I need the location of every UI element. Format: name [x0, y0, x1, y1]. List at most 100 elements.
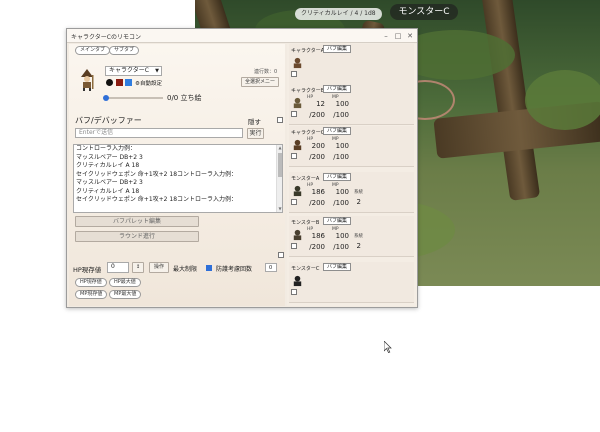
mp-current: 100 [335, 188, 349, 196]
mp-max-button[interactable]: MP最大値 [109, 290, 142, 299]
character-sprite-icon [81, 69, 94, 91]
option-checkbox[interactable] [278, 252, 284, 258]
round-advance-button[interactable]: ラウンド進行 [75, 231, 199, 242]
scroll-up-icon[interactable]: ▲ [277, 145, 282, 151]
monster-name-badge: モンスターC [390, 4, 458, 20]
character-card[interactable]: モンスターB バフ編集 HP MP 186 100/200/100 系統 2 [289, 216, 414, 257]
tab-sub[interactable]: サブタブ [109, 46, 140, 55]
tab-main[interactable]: メインタブ [75, 46, 111, 55]
card-name: キャラクターA [291, 48, 325, 54]
desktop: クリティカルレイ / 4 / 1d8 モンスターC キャラクターCのリモコン –… [0, 0, 600, 432]
card-name: キャラクターC [291, 130, 325, 136]
title-bar[interactable]: キャラクターCのリモコン – □ ✕ [67, 29, 417, 43]
hide-checkbox[interactable] [277, 117, 283, 123]
turn-count: 連行数：0 [254, 69, 278, 75]
log-line: コントローラ入力例： [76, 145, 137, 152]
maximize-icon[interactable]: □ [393, 31, 403, 41]
card-name: モンスターA [291, 176, 320, 182]
buff-edit-button[interactable]: バフ編集 [323, 217, 352, 225]
buff-edit-button[interactable]: バフ編集 [323, 45, 352, 53]
log-line: クリティカルレイ A 18 [76, 187, 140, 195]
buff-log[interactable]: コントローラ入力例： マッスルベアー DB+2 3 クリティカルレイ A 18 セイク… [73, 144, 283, 213]
mp-current: 100 [335, 142, 349, 150]
buff-edit-button[interactable]: バフ編集 [323, 263, 352, 271]
max-limit-checkbox[interactable] [206, 265, 212, 271]
card-sprite-icon [293, 139, 302, 151]
hp-max-button[interactable]: HP最大値 [109, 278, 141, 287]
hp-value-label: HP現存値 [73, 266, 102, 274]
log-scrollbar[interactable]: ▲ ▼ [276, 145, 282, 212]
buff-input[interactable]: Enterで送信 [75, 128, 243, 138]
card-sprite-icon [293, 275, 302, 287]
hp-max: /200 [309, 153, 325, 161]
hp-current: 12 [316, 100, 325, 108]
scroll-down-icon[interactable]: ▼ [277, 206, 282, 212]
character-card[interactable]: モンスターA バフ編集 HP MP 186 100/200/100 系統 2 [289, 172, 414, 213]
control-panel: メインタブ サブタブ キャラクターC ▼ ⚙自動設定 連行数：0 全選択メニー [69, 44, 285, 306]
extra-label: 系統 [354, 234, 363, 239]
close-icon[interactable]: ✕ [405, 31, 415, 41]
character-select-value: キャラクターC [109, 67, 149, 74]
log-line: セイクリッドウェポン 命+1攻+2 18コントローラ入力例： [76, 170, 238, 178]
hp-max: /200 [309, 243, 325, 251]
card-name: モンスターC [291, 266, 320, 272]
card-name: モンスターB [291, 220, 320, 226]
hp-value-field[interactable]: 0 [107, 262, 129, 273]
card-checkbox[interactable] [291, 199, 297, 205]
card-sprite-icon [293, 97, 302, 109]
minimize-icon[interactable]: – [381, 31, 391, 41]
mp-max: /100 [333, 153, 349, 161]
buff-edit-button[interactable]: バフ編集 [323, 173, 352, 181]
buff-edit-button[interactable]: バフ編集 [323, 127, 352, 135]
max-limit-label: 最大制限 [173, 266, 198, 273]
color-red-swatch[interactable] [116, 79, 123, 86]
extra-label: 系統 [354, 190, 363, 195]
chevron-down-icon: ▼ [155, 68, 159, 74]
card-checkbox[interactable] [291, 111, 297, 117]
log-lines: コントローラ入力例： マッスルベアー DB+2 3 クリティカルレイ A 18 セイク… [74, 145, 282, 205]
scroll-thumb[interactable] [278, 153, 282, 177]
auto-setting-label: 自動設定 [139, 81, 162, 87]
character-card[interactable]: モンスターC バフ編集 [289, 262, 414, 303]
color-blue-swatch[interactable] [125, 79, 132, 86]
extra-value: 2 [356, 242, 361, 250]
mp-current: 100 [335, 232, 349, 240]
size-slider-track[interactable] [105, 97, 163, 99]
card-checkbox[interactable] [291, 153, 297, 159]
hp-current-button[interactable]: HP現存値 [75, 278, 107, 287]
character-card[interactable]: キャラクターC バフ編集 HP MP 200 100/200/100 [289, 126, 414, 167]
buff-palette-edit-button[interactable]: バフパレット編集 [75, 216, 199, 227]
card-sprite-icon [293, 57, 302, 69]
character-card[interactable]: キャラクターB バフ編集 HP MP 12 100/200/100 [289, 84, 414, 125]
auto-setting-toggle[interactable]: ⚙自動設定 [135, 79, 162, 87]
hp-max: /200 [309, 199, 325, 207]
character-card[interactable]: キャラクターA バフ編集 [289, 44, 414, 85]
mouse-cursor-icon [384, 341, 392, 353]
buff-heading: バフ/デバッファー [75, 116, 142, 125]
execute-button[interactable]: 実行 [247, 128, 264, 139]
log-line: マッスルベアー DB+2 3 [76, 153, 143, 161]
card-checkbox[interactable] [291, 71, 297, 77]
card-checkbox[interactable] [291, 243, 297, 249]
standing-picture-label: 0/0 立ち絵 [167, 94, 202, 102]
mp-current-button[interactable]: MP現存値 [75, 290, 108, 299]
mp-max: /100 [333, 111, 349, 119]
card-checkbox[interactable] [291, 289, 297, 295]
character-select[interactable]: キャラクターC ▼ [105, 66, 162, 76]
hide-label: 隠す [248, 118, 261, 126]
card-name: キャラクターB [291, 88, 325, 94]
hp-max: /200 [309, 111, 325, 119]
select-all-menu-button[interactable]: 全選択メニー [241, 77, 279, 87]
card-sprite-icon [293, 185, 302, 197]
color-black-swatch[interactable] [106, 79, 113, 86]
hp-current: 186 [311, 188, 325, 196]
extra-value: 2 [356, 198, 361, 206]
hp-stepper[interactable]: ↕ [132, 262, 144, 273]
size-slider-knob[interactable] [103, 95, 109, 101]
buff-edit-button[interactable]: バフ編集 [323, 85, 352, 93]
log-line: セイクリッドウェポン 命+1攻+2 18コントローラ入力例： [76, 196, 238, 203]
defense-count-label: 防護考慮回数 [216, 266, 253, 273]
hp-current: 200 [311, 142, 325, 150]
operate-button[interactable]: 操作 [149, 262, 169, 273]
defense-count-field[interactable]: 0 [265, 263, 277, 272]
